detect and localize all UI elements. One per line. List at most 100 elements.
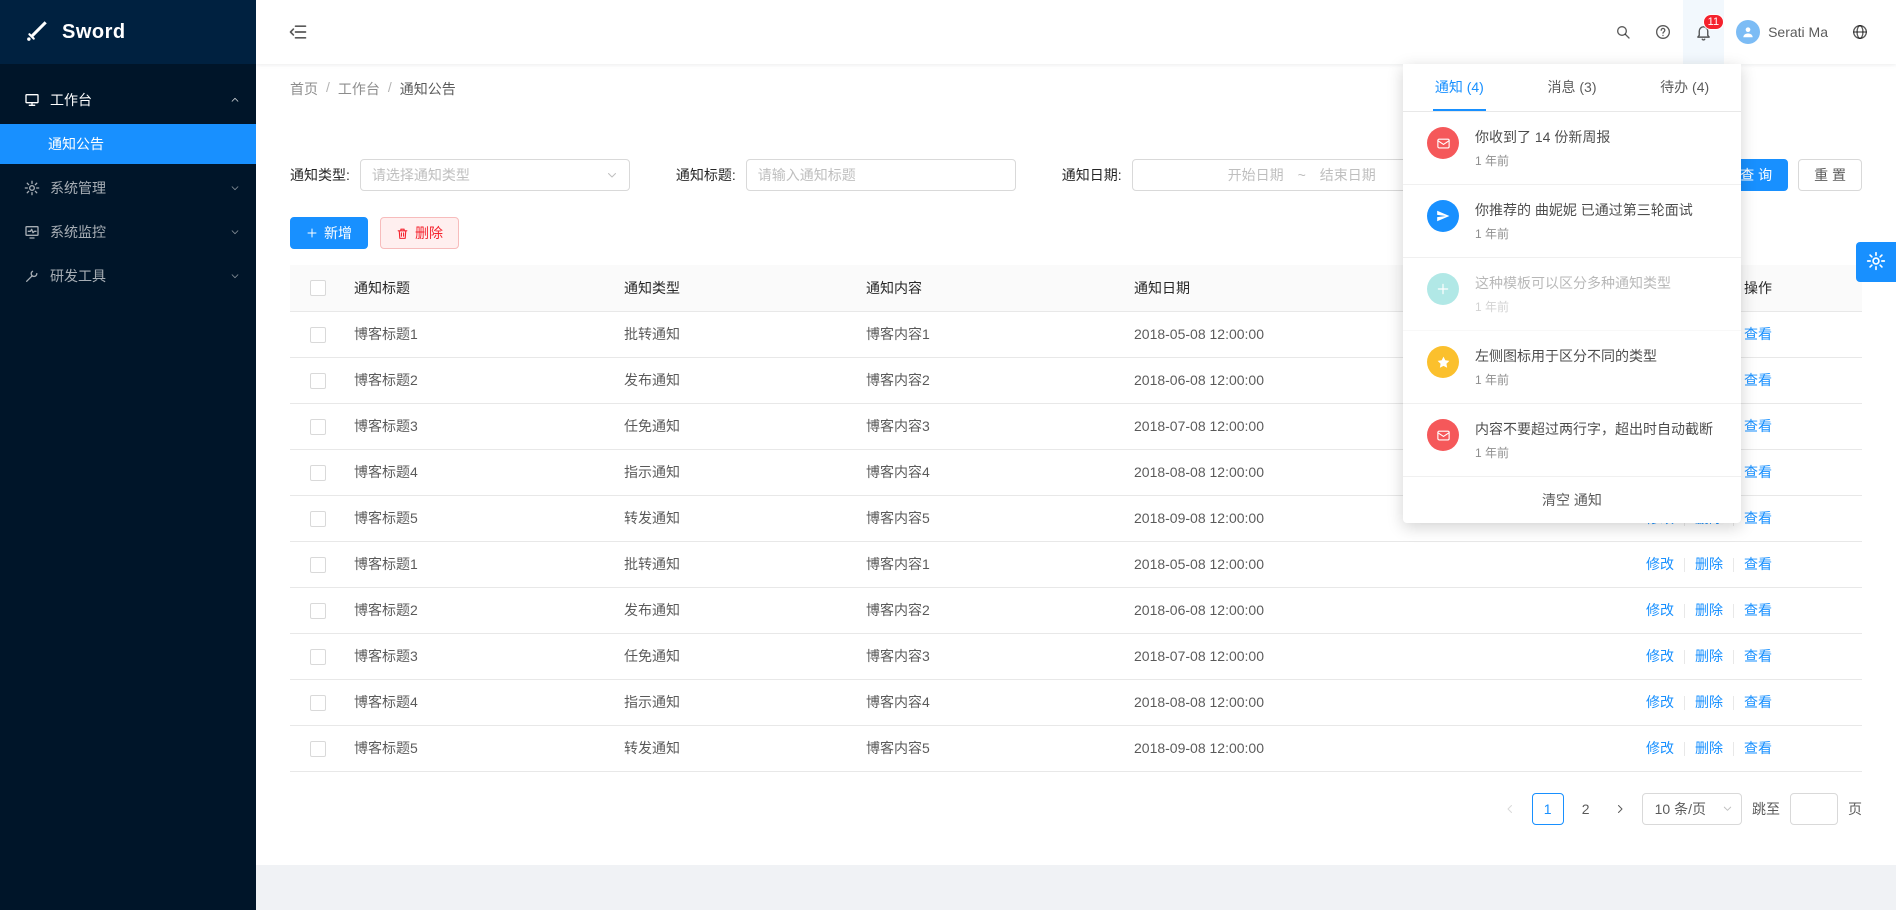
notification-item[interactable]: 你推荐的 曲妮妮 已通过第三轮面试 1 年前: [1403, 185, 1741, 258]
jump-label: 跳至: [1752, 799, 1780, 819]
row-checkbox[interactable]: [310, 557, 326, 573]
table-row: 博客标题4 指示通知 博客内容4 2018-08-08 12:00:00 修改删…: [290, 679, 1862, 725]
row-checkbox[interactable]: [310, 327, 326, 343]
view-link[interactable]: 查看: [1744, 510, 1772, 526]
view-link[interactable]: 查看: [1744, 418, 1772, 434]
plus-icon: [306, 227, 318, 239]
delete-link[interactable]: 删除: [1695, 648, 1723, 664]
view-link[interactable]: 查看: [1744, 740, 1772, 756]
reset-button[interactable]: 重 置: [1798, 159, 1862, 191]
row-checkbox[interactable]: [310, 741, 326, 757]
jump-page-input[interactable]: [1790, 793, 1838, 825]
plus-icon: [1427, 273, 1459, 305]
theme-settings-button[interactable]: [1856, 242, 1896, 282]
clear-notifications-button[interactable]: 清空 通知: [1403, 477, 1741, 523]
cell-content: 博客内容3: [858, 633, 1126, 679]
sidebar-item-notice[interactable]: 通知公告: [0, 124, 256, 164]
view-link[interactable]: 查看: [1744, 694, 1772, 710]
search-icon[interactable]: [1603, 0, 1643, 64]
cell-type: 任免通知: [616, 633, 858, 679]
user-menu[interactable]: Serati Ma: [1724, 0, 1840, 64]
page-suffix-label: 页: [1848, 799, 1862, 819]
edit-link[interactable]: 修改: [1646, 602, 1674, 618]
paper-plane-icon: [1427, 200, 1459, 232]
cell-type: 转发通知: [616, 725, 858, 771]
select-all-checkbox[interactable]: [310, 280, 326, 296]
row-checkbox[interactable]: [310, 695, 326, 711]
sidebar: Sword 工作台 通知公告 系统管理 系统监控: [0, 0, 256, 910]
tab-label: 待办 (4): [1658, 64, 1711, 111]
view-link[interactable]: 查看: [1744, 326, 1772, 342]
menu-fold-icon[interactable]: [280, 14, 316, 50]
page-size-select[interactable]: 10 条/页: [1642, 793, 1742, 825]
view-link[interactable]: 查看: [1744, 372, 1772, 388]
add-button[interactable]: 新增: [290, 217, 368, 249]
edit-link[interactable]: 修改: [1646, 694, 1674, 710]
sidebar-item-system-management[interactable]: 系统管理: [0, 168, 256, 208]
sidebar-item-dev-tools[interactable]: 研发工具: [0, 256, 256, 296]
tab-todo[interactable]: 待办 (4): [1628, 64, 1741, 111]
cell-title: 博客标题1: [346, 311, 616, 357]
row-checkbox[interactable]: [310, 511, 326, 527]
cell-content: 博客内容3: [858, 403, 1126, 449]
view-link[interactable]: 查看: [1744, 464, 1772, 480]
edit-link[interactable]: 修改: [1646, 648, 1674, 664]
top-header: 11 Serati Ma: [256, 0, 1896, 64]
cell-title: 博客标题4: [346, 679, 616, 725]
tab-message[interactable]: 消息 (3): [1516, 64, 1629, 111]
row-checkbox[interactable]: [310, 465, 326, 481]
notification-time: 1 年前: [1475, 298, 1671, 315]
tab-notice[interactable]: 通知 (4): [1403, 64, 1516, 111]
globe-icon[interactable]: [1840, 0, 1880, 64]
breadcrumb-workbench[interactable]: 工作台: [338, 79, 380, 99]
prev-page-icon[interactable]: [1498, 793, 1522, 825]
delete-link[interactable]: 删除: [1695, 694, 1723, 710]
notification-item[interactable]: 这种模板可以区分多种通知类型 1 年前: [1403, 258, 1741, 331]
monitor-icon: [24, 224, 40, 240]
chevron-down-icon: [230, 183, 240, 193]
notification-item[interactable]: 你收到了 14 份新周报 1 年前: [1403, 112, 1741, 185]
next-page-icon[interactable]: [1608, 793, 1632, 825]
breadcrumb-home[interactable]: 首页: [290, 79, 318, 99]
notification-badge: 11: [1703, 14, 1724, 30]
delete-link[interactable]: 删除: [1695, 740, 1723, 756]
breadcrumb-separator: /: [326, 79, 330, 99]
notice-title-input[interactable]: [758, 167, 1004, 183]
page-number-2[interactable]: 2: [1574, 793, 1598, 825]
filter-buttons: 查 询 重 置: [1724, 159, 1862, 191]
row-checkbox[interactable]: [310, 603, 326, 619]
table-row: 博客标题3 任免通知 博客内容3 2018-07-08 12:00:00 修改删…: [290, 633, 1862, 679]
notification-item[interactable]: 内容不要超过两行字，超出时自动截断 1 年前: [1403, 404, 1741, 477]
view-link[interactable]: 查看: [1744, 556, 1772, 572]
row-checkbox[interactable]: [310, 419, 326, 435]
delete-link[interactable]: 删除: [1695, 556, 1723, 572]
cell-type: 指示通知: [616, 449, 858, 495]
pagination: 1 2 10 条/页 跳至 页: [290, 793, 1862, 825]
date-range-separator: ~: [1298, 167, 1306, 183]
notification-item[interactable]: 左侧图标用于区分不同的类型 1 年前: [1403, 331, 1741, 404]
tab-label: 消息 (3): [1546, 64, 1599, 111]
notifications-bell[interactable]: 11: [1683, 0, 1724, 64]
user-name: Serati Ma: [1768, 24, 1828, 40]
sidebar-item-system-monitor[interactable]: 系统监控: [0, 212, 256, 252]
trash-icon: [396, 227, 409, 240]
table-row: 博客标题2 发布通知 博客内容2 2018-06-08 12:00:00 修改删…: [290, 587, 1862, 633]
edit-link[interactable]: 修改: [1646, 556, 1674, 572]
notice-type-select[interactable]: 请选择通知类型: [360, 159, 630, 191]
app-logo[interactable]: Sword: [0, 0, 256, 64]
chevron-down-icon: [1722, 803, 1733, 814]
edit-link[interactable]: 修改: [1646, 740, 1674, 756]
row-checkbox[interactable]: [310, 649, 326, 665]
view-link[interactable]: 查看: [1744, 648, 1772, 664]
breadcrumb-separator: /: [388, 79, 392, 99]
delete-button[interactable]: 删除: [380, 217, 459, 249]
delete-button-label: 删除: [415, 223, 443, 243]
view-link[interactable]: 查看: [1744, 602, 1772, 618]
sidebar-item-workbench[interactable]: 工作台: [0, 80, 256, 120]
page-number-1[interactable]: 1: [1532, 793, 1564, 825]
row-checkbox[interactable]: [310, 373, 326, 389]
delete-link[interactable]: 删除: [1695, 602, 1723, 618]
cell-content: 博客内容4: [858, 679, 1126, 725]
cell-content: 博客内容1: [858, 541, 1126, 587]
help-icon[interactable]: [1643, 0, 1683, 64]
